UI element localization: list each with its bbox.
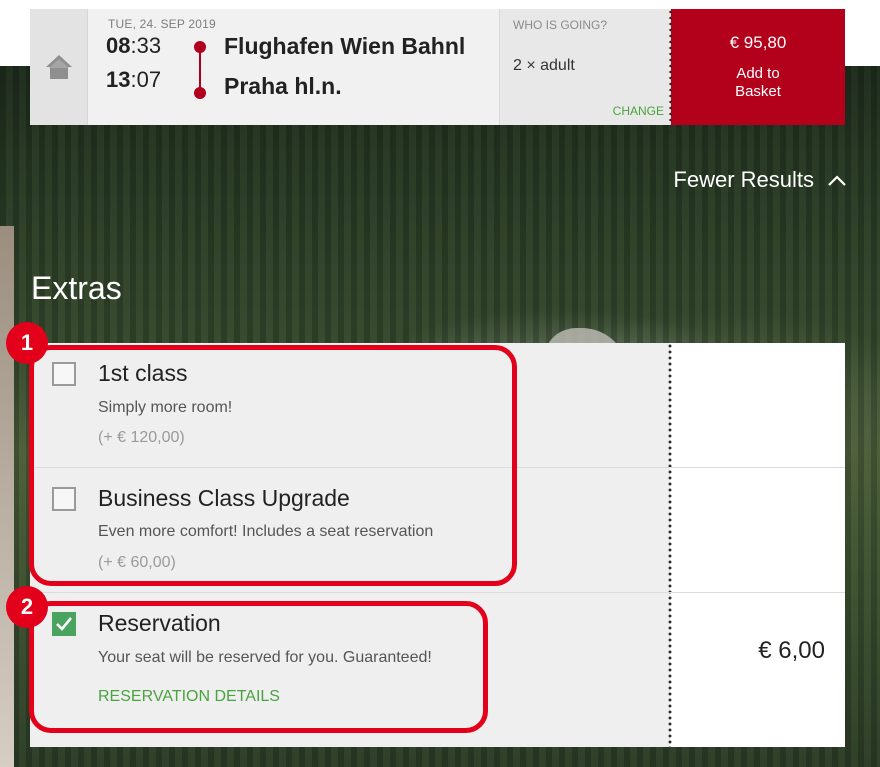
departure-station: Flughafen Wien Bahnl [224, 33, 466, 59]
annotation-badge-2: 2 [6, 586, 48, 628]
annotation-highlight-2 [29, 601, 488, 733]
departure-time: 08:33 [106, 33, 162, 58]
fewer-results-label: Fewer Results [673, 167, 814, 192]
home-button[interactable] [30, 9, 88, 125]
trip-details: TUE, 24. SEP 2019 08:33 13:07 Flughafen … [88, 9, 499, 125]
passengers-panel: WHO IS GOING? 2 × adult CHANGE [499, 9, 671, 125]
fewer-results-toggle[interactable]: Fewer Results [673, 167, 846, 193]
pole-graphic [0, 226, 14, 767]
chevron-up-icon [828, 175, 846, 186]
trip-date: TUE, 24. SEP 2019 [108, 17, 216, 31]
add-to-basket-button[interactable]: € 95,80 Add to Basket [671, 9, 845, 125]
change-passengers-link[interactable]: CHANGE [613, 104, 664, 118]
home-icon [45, 55, 72, 79]
ticket-perforation [669, 9, 672, 135]
annotation-highlight-1 [29, 345, 517, 586]
arrival-dot [194, 87, 206, 99]
departure-dot [194, 41, 206, 53]
annotation-badge-1: 1 [6, 322, 48, 364]
passengers-value: 2 × adult [513, 57, 575, 74]
add-to-basket-label: Add to Basket [735, 65, 781, 100]
passengers-heading: WHO IS GOING? [513, 18, 608, 32]
arrival-station: Praha hl.n. [224, 73, 342, 99]
arrival-time: 13:07 [106, 67, 162, 92]
total-price: € 95,80 [729, 33, 787, 52]
extras-heading: Extras [31, 270, 122, 306]
reservation-price: € 6,00 [758, 637, 825, 664]
trip-summary-bar: TUE, 24. SEP 2019 08:33 13:07 Flughafen … [30, 9, 845, 135]
